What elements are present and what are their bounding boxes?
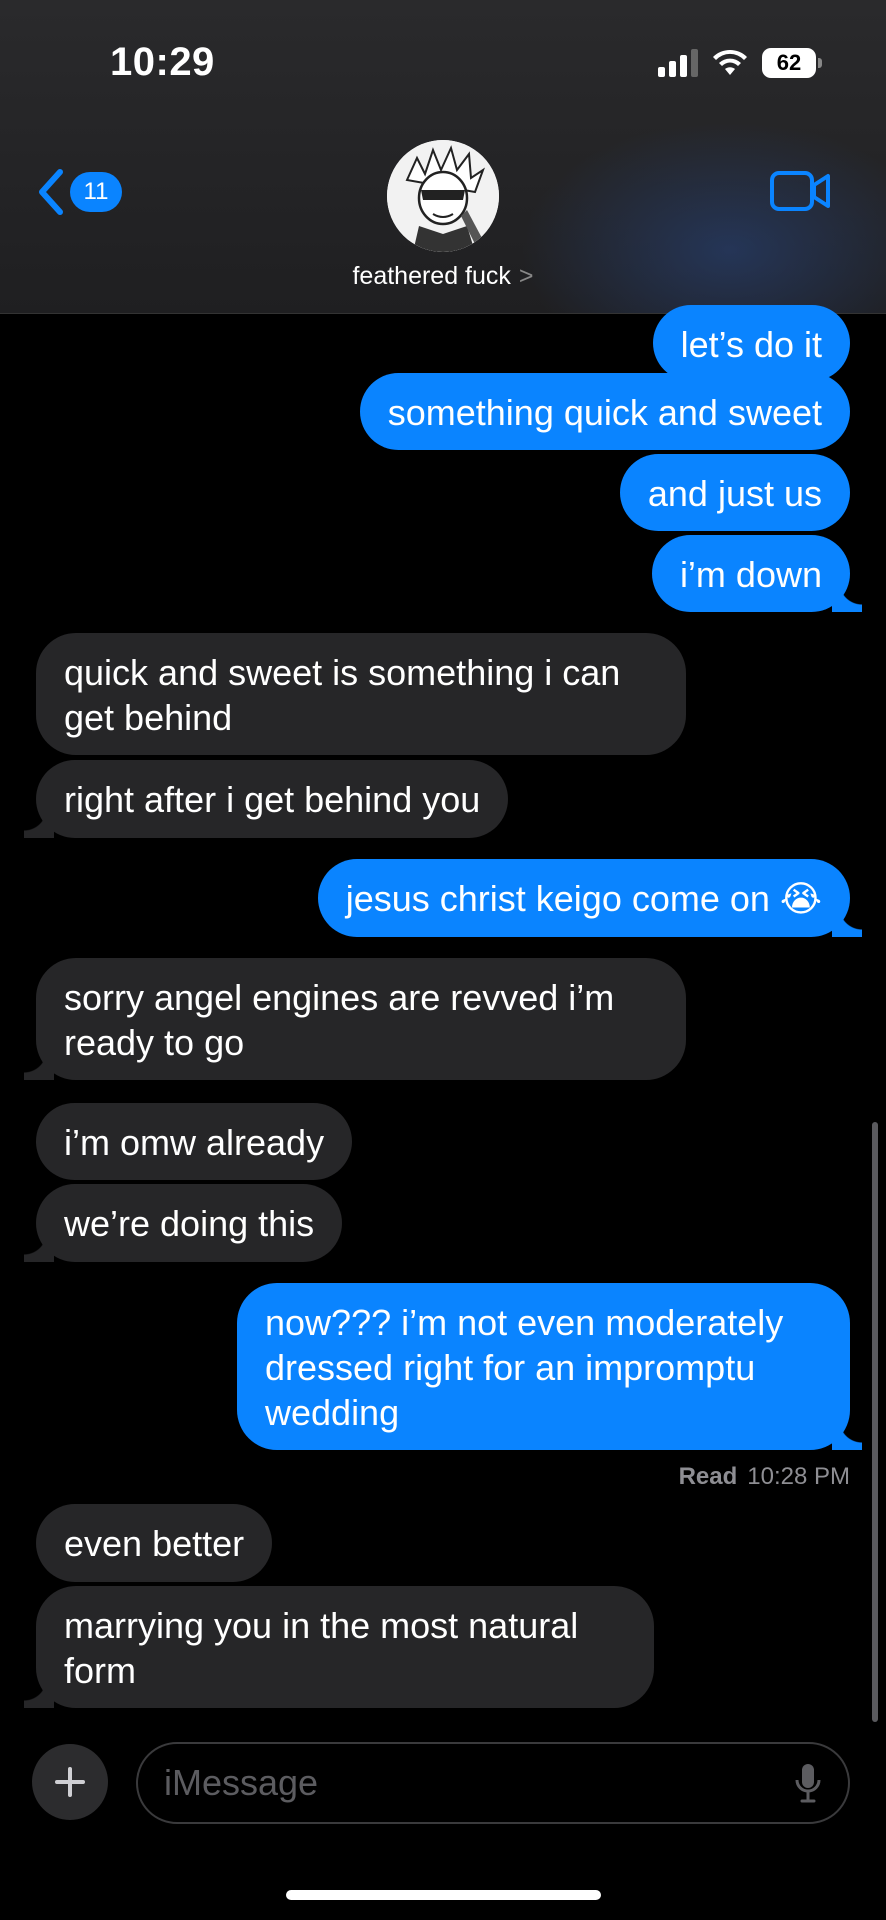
read-receipt: Read 10:28 PM bbox=[679, 1463, 850, 1491]
message-bubble-outgoing[interactable]: something quick and sweet bbox=[359, 373, 850, 450]
wifi-icon bbox=[713, 49, 747, 75]
message-bubble-outgoing[interactable]: jesus christ keigo come on 😭 bbox=[317, 859, 863, 937]
home-indicator[interactable] bbox=[286, 1890, 601, 1900]
plus-icon bbox=[55, 1767, 85, 1797]
unread-count-badge: 11 bbox=[70, 172, 122, 212]
cellular-signal-icon bbox=[658, 49, 698, 77]
contact-avatar[interactable] bbox=[387, 140, 499, 252]
battery-icon: 62 bbox=[762, 48, 822, 78]
message-bubble-incoming[interactable]: sorry angel engines are revved i’m ready… bbox=[24, 958, 686, 1080]
status-time: 10:29 bbox=[110, 40, 215, 84]
message-bubble-outgoing[interactable]: let’s do it bbox=[652, 305, 850, 381]
message-list[interactable]: let’s do it something quick and sweet an… bbox=[0, 305, 886, 1713]
read-time: 10:28 PM bbox=[747, 1463, 850, 1490]
contact-name-row[interactable]: feathered fuck > bbox=[0, 262, 886, 291]
message-input-placeholder: iMessage bbox=[164, 1762, 319, 1803]
battery-level: 62 bbox=[776, 50, 802, 75]
microphone-icon[interactable] bbox=[794, 1762, 822, 1804]
message-bubble-incoming[interactable]: right after i get behind you bbox=[23, 760, 509, 838]
apps-plus-button[interactable] bbox=[32, 1744, 108, 1820]
conversation-header: 10:29 62 11 feathered fuck > bbox=[0, 0, 886, 314]
message-bubble-incoming[interactable]: marrying you in the most natural form bbox=[24, 1586, 654, 1708]
message-bubble-outgoing[interactable]: now??? i’m not even moderately dressed r… bbox=[237, 1283, 862, 1450]
message-bubble-incoming[interactable]: we’re doing this bbox=[23, 1184, 343, 1262]
contact-name: feathered fuck bbox=[352, 262, 511, 290]
back-button[interactable]: 11 bbox=[34, 168, 122, 216]
video-camera-icon bbox=[770, 171, 830, 211]
read-label: Read bbox=[678, 1463, 738, 1490]
message-input[interactable]: iMessage bbox=[136, 1742, 850, 1824]
status-icons: 62 bbox=[658, 48, 822, 78]
scrollbar[interactable] bbox=[872, 1122, 878, 1722]
message-bubble-incoming[interactable]: even better bbox=[36, 1504, 273, 1582]
message-bubble-outgoing[interactable]: and just us bbox=[619, 454, 850, 531]
facetime-video-button[interactable] bbox=[770, 170, 832, 217]
chevron-right-icon: > bbox=[518, 262, 534, 290]
message-bubble-outgoing[interactable]: i’m down bbox=[651, 535, 863, 612]
message-bubble-incoming[interactable]: quick and sweet is something i can get b… bbox=[36, 633, 686, 755]
message-bubble-incoming[interactable]: i’m omw already bbox=[36, 1103, 353, 1180]
back-chevron-icon bbox=[39, 169, 63, 215]
avatar-image bbox=[387, 140, 499, 252]
